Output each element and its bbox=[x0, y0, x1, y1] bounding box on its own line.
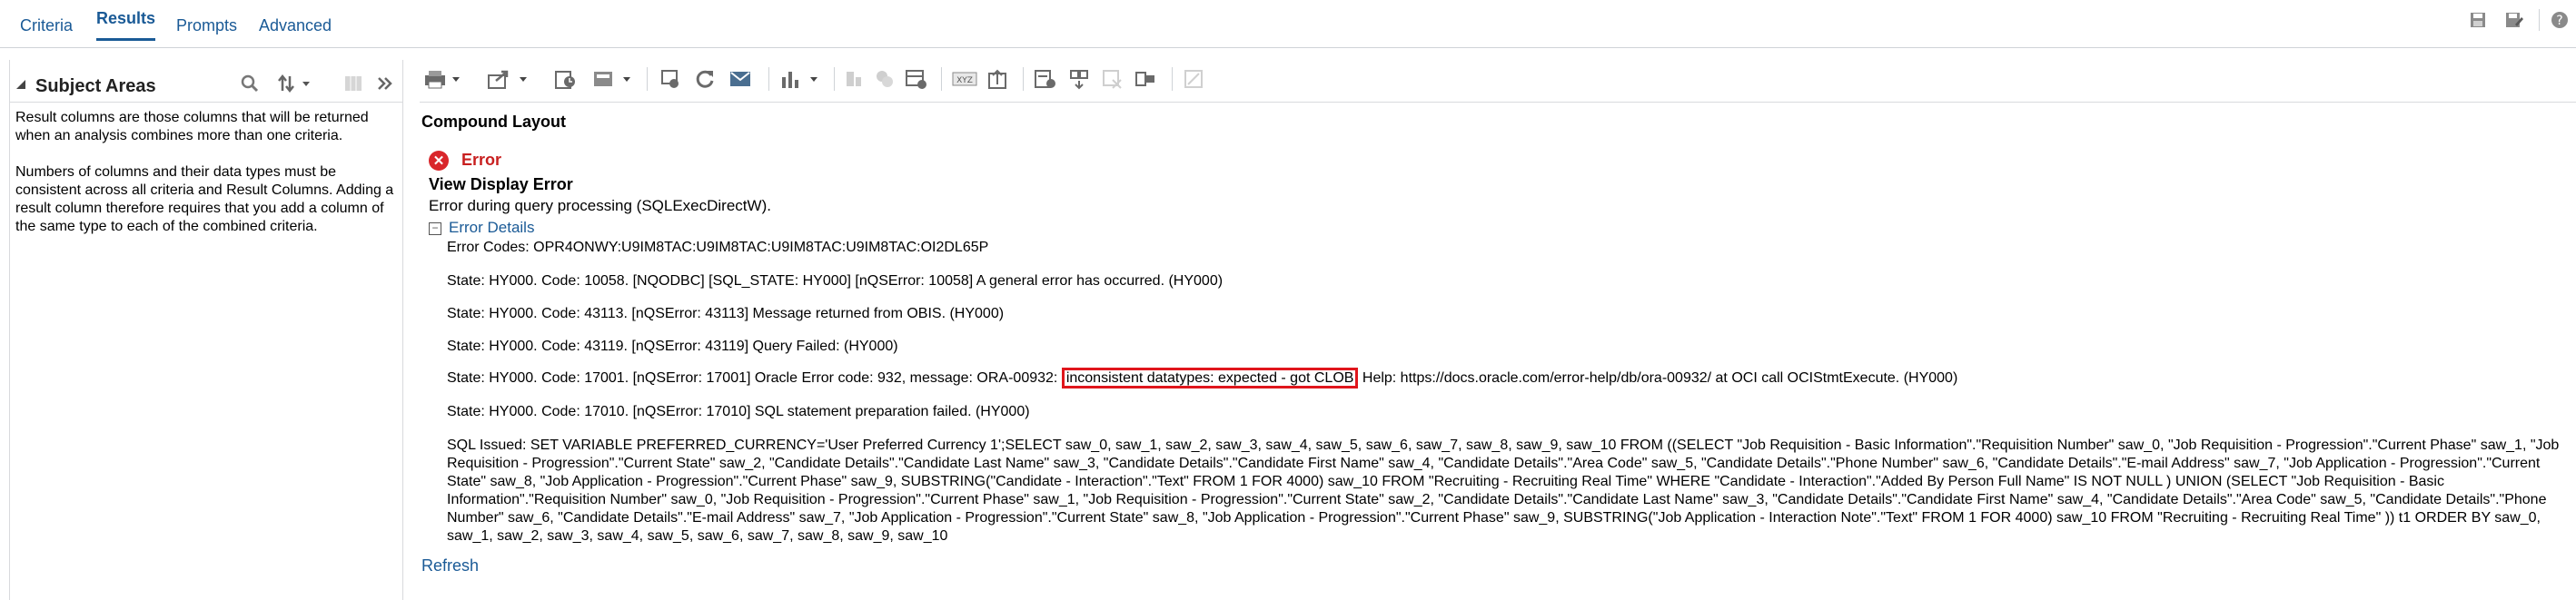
save-icon[interactable] bbox=[2467, 9, 2489, 31]
highlighted-error-message: inconsistent datatypes: expected - got C… bbox=[1061, 368, 1359, 389]
tab-bar: Criteria Results Prompts Advanced ? bbox=[0, 0, 2576, 48]
remove-view-icon bbox=[1101, 67, 1123, 91]
tab-advanced[interactable]: Advanced bbox=[259, 16, 332, 35]
toolbar-separator bbox=[647, 67, 648, 91]
expand-panel-icon[interactable] bbox=[377, 74, 393, 98]
state-prefix: State: HY000. Code: 17001. [nQSError: 17… bbox=[447, 370, 1062, 386]
toolbar-divider bbox=[2539, 9, 2540, 31]
properties-icon[interactable] bbox=[1134, 67, 1157, 91]
subject-areas-pane: Subject Areas Result columns are those c… bbox=[9, 60, 403, 600]
toolbar-separator bbox=[834, 67, 835, 91]
print-icon[interactable] bbox=[423, 67, 463, 91]
help-paragraph-1: Result columns are those columns that wi… bbox=[15, 110, 369, 143]
collapse-details-icon[interactable]: − bbox=[429, 222, 441, 235]
error-state-line: State: HY000. Code: 43113. [nQSError: 43… bbox=[447, 306, 1005, 321]
pivot-icon[interactable] bbox=[1068, 67, 1090, 91]
error-label: Error bbox=[461, 151, 502, 169]
error-title: View Display Error bbox=[429, 175, 573, 193]
toolbar-separator bbox=[1023, 67, 1024, 91]
svg-text:?: ? bbox=[2556, 14, 2562, 28]
save-as-icon[interactable] bbox=[2503, 9, 2525, 31]
paste-view-icon[interactable] bbox=[905, 67, 928, 91]
tab-criteria[interactable]: Criteria bbox=[20, 16, 73, 35]
add-column-icon[interactable] bbox=[344, 74, 364, 98]
search-icon[interactable] bbox=[241, 74, 259, 98]
toolbar-separator bbox=[941, 67, 942, 91]
results-content: Compound Layout ✕ Error View Display Err… bbox=[420, 102, 2576, 600]
refresh-icon[interactable] bbox=[694, 67, 716, 91]
error-icon: ✕ bbox=[429, 151, 449, 171]
preview-icon[interactable] bbox=[659, 67, 683, 91]
error-state-line: State: HY000. Code: 17010. [nQSError: 17… bbox=[447, 404, 1030, 419]
tab-prompts[interactable]: Prompts bbox=[176, 16, 237, 35]
new-view-icon[interactable] bbox=[779, 67, 823, 91]
mail-icon[interactable] bbox=[728, 67, 752, 91]
refresh-link[interactable]: Refresh bbox=[421, 556, 479, 575]
help-icon[interactable]: ? bbox=[2549, 9, 2571, 31]
state-suffix: Help: https://docs.oracle.com/error-help… bbox=[1358, 370, 1958, 386]
error-state-line-oracle: State: HY000. Code: 17001. [nQSError: 17… bbox=[447, 368, 1958, 389]
results-toolbar: XYZ bbox=[420, 60, 2576, 103]
error-state-line: State: HY000. Code: 10058. [NQODBC] [SQL… bbox=[447, 273, 1224, 289]
error-state-line: State: HY000. Code: 43119. [nQSError: 43… bbox=[447, 339, 898, 354]
subject-areas-header: Subject Areas bbox=[10, 65, 402, 103]
copy-view-icon bbox=[874, 67, 896, 91]
error-details-link[interactable]: Error Details bbox=[449, 219, 534, 237]
add-to-briefing-icon[interactable] bbox=[592, 67, 636, 91]
sort-icon[interactable] bbox=[277, 74, 313, 98]
import-icon[interactable] bbox=[986, 67, 1008, 91]
svg-text:XYZ: XYZ bbox=[956, 76, 973, 85]
error-codes: Error Codes: OPR4ONWY:U9IM8TAC:U9IM8TAC:… bbox=[447, 240, 989, 255]
subject-areas-title: Subject Areas bbox=[35, 76, 156, 96]
export-icon[interactable] bbox=[487, 67, 530, 91]
layout-title: Compound Layout bbox=[421, 113, 566, 131]
toolbar-separator bbox=[1172, 67, 1173, 91]
disabled-tool-icon bbox=[1183, 67, 1204, 91]
collapse-triangle-icon[interactable] bbox=[15, 79, 26, 90]
edit-view-icon[interactable] bbox=[1034, 67, 1057, 91]
schedule-icon[interactable] bbox=[554, 67, 578, 91]
error-subtitle: Error during query processing (SQLExecDi… bbox=[429, 197, 771, 214]
toolbar-separator bbox=[768, 67, 769, 91]
sql-issued: SQL Issued: SET VARIABLE PREFERRED_CURRE… bbox=[447, 438, 2560, 544]
cut-view-icon bbox=[843, 67, 865, 91]
subject-areas-help: Result columns are those columns that wi… bbox=[15, 109, 397, 254]
xyz-icon[interactable]: XYZ bbox=[952, 67, 977, 91]
help-paragraph-2: Numbers of columns and their data types … bbox=[15, 164, 394, 234]
tab-results[interactable]: Results bbox=[96, 9, 156, 41]
